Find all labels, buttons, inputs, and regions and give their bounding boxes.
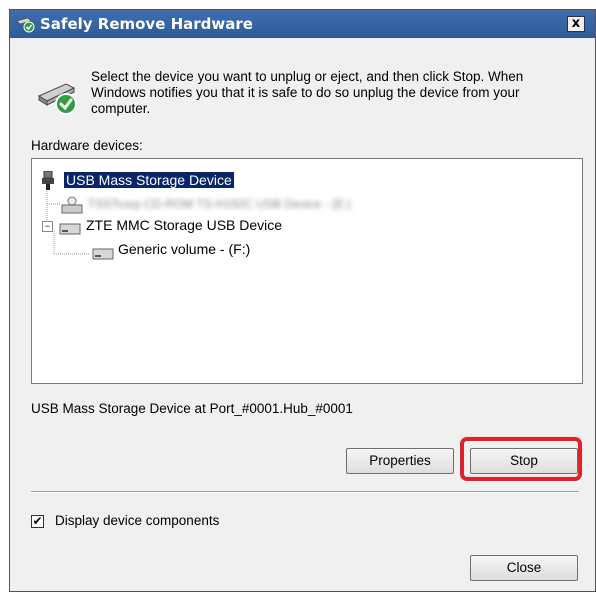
tree-item-generic-volume[interactable]: Generic volume - (F:) bbox=[118, 241, 250, 257]
usb-plug-icon bbox=[42, 171, 54, 190]
tree-item-label: Generic volume - (F:) bbox=[118, 241, 251, 257]
title-bar: Safely Remove Hardware x bbox=[10, 10, 595, 38]
window-title: Safely Remove Hardware bbox=[40, 15, 253, 33]
stop-button-highlight bbox=[460, 437, 582, 481]
divider bbox=[31, 491, 579, 493]
drive-icon bbox=[59, 223, 81, 235]
safely-remove-hardware-dialog: Safely Remove Hardware x Select the devi… bbox=[9, 9, 596, 592]
usb-device-check-icon bbox=[37, 83, 77, 115]
display-components-label[interactable]: Display device components bbox=[55, 513, 219, 528]
collapse-toggle-icon[interactable]: − bbox=[42, 221, 53, 232]
hardware-devices-label: Hardware devices: bbox=[31, 138, 143, 153]
instructions-text: Select the device you want to unplug or … bbox=[91, 69, 524, 116]
properties-button[interactable]: Properties bbox=[346, 448, 454, 474]
tree-item-zte-mmc-storage[interactable]: ZTE MMC Storage USB Device bbox=[86, 217, 282, 233]
tree-item-label: USB Mass Storage Device bbox=[66, 172, 232, 188]
device-location-status: USB Mass Storage Device at Port_#0001.Hu… bbox=[31, 401, 353, 416]
close-button[interactable]: Close bbox=[470, 555, 578, 581]
volume-icon bbox=[92, 248, 114, 260]
tree-item-blurred-device[interactable]: TSSTcorp CD-ROM TS-H192C USB Device - (E… bbox=[88, 197, 351, 211]
tree-item-label: TSSTcorp CD-ROM TS-H192C USB Device - (E… bbox=[88, 197, 352, 211]
hardware-device-tree[interactable]: USB Mass Storage Device TSSTcorp CD-ROM … bbox=[31, 158, 583, 384]
close-window-button[interactable]: x bbox=[567, 16, 585, 32]
safely-remove-hardware-icon bbox=[16, 17, 35, 33]
cdrom-icon bbox=[61, 196, 83, 214]
tree-item-usb-mass-storage[interactable]: USB Mass Storage Device bbox=[64, 172, 234, 188]
display-components-checkbox[interactable]: ✔ bbox=[31, 515, 44, 528]
tree-item-label: ZTE MMC Storage USB Device bbox=[86, 217, 283, 233]
